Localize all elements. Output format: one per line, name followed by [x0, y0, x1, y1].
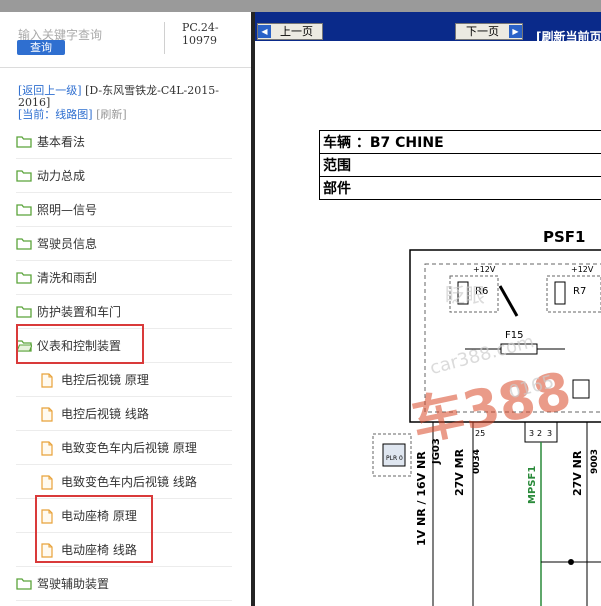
pin-1: 3: [529, 429, 534, 438]
relay-left-switch: [498, 285, 519, 317]
tree-item-label: 电致变色车内后视镜 线路: [61, 475, 197, 489]
prev-page-label: 上一页: [280, 25, 313, 38]
folder-icon: [16, 237, 32, 250]
tree-item-label: 电动座椅 线路: [61, 543, 137, 557]
current-label: [当前：线路图]: [18, 108, 93, 121]
left-panel: 查询 PC.24-10979 [返回上一级] [D-东风雪铁龙-C4L-2015…: [0, 12, 251, 606]
next-page-label: 下一页: [466, 25, 499, 38]
tree-folder-item[interactable]: 驾驶辅助装置: [16, 567, 232, 601]
pc-code: PC.24-10979: [182, 21, 219, 47]
tree-item-label: 仪表和控制装置: [37, 339, 122, 353]
folder-icon: [16, 305, 32, 318]
scope-cell: 范围: [319, 153, 601, 177]
arrow-right-icon: ▶: [509, 25, 522, 38]
refresh-page-link[interactable]: [刷新当前页: [536, 28, 601, 45]
ic-chip: [572, 379, 590, 399]
vehicle-cell: 车辆 ：B7 CHINE: [319, 130, 601, 154]
arrow-left-icon: ◀: [258, 25, 271, 38]
tree-item-label: 清洗和雨刮: [37, 271, 98, 285]
header-divider: [0, 67, 251, 68]
wire-label-4: 27V NR: [571, 450, 584, 496]
prev-page-button[interactable]: ◀ 上一页: [257, 23, 323, 40]
tree-folder-item[interactable]: 驾驶员信息: [16, 227, 232, 261]
supply-right: +12V: [571, 265, 594, 274]
document-icon: [40, 407, 56, 422]
refresh-link[interactable]: [刷新]: [96, 108, 127, 121]
search-button[interactable]: 查询: [17, 40, 65, 55]
folder-icon: [16, 169, 32, 182]
code-3: 9003: [590, 449, 600, 474]
tree-folder-item[interactable]: 仪表和控制装置: [16, 329, 232, 363]
tree-doc-item[interactable]: 电控后视镜 线路: [16, 397, 232, 431]
vehicle-info-table: 车辆 ：B7 CHINE 范围 部件: [319, 130, 601, 200]
wire-label-2: 27V MR: [453, 448, 466, 496]
supply-left: +12V: [473, 265, 496, 274]
pin-3: 3: [547, 429, 552, 438]
relay-right-label: R7: [573, 286, 586, 297]
folder-icon: [16, 203, 32, 216]
tree-item-label: 驾驶辅助装置: [37, 577, 110, 591]
folder-icon: [16, 577, 32, 590]
part-cell: 部件: [319, 176, 601, 200]
watermark-text-1: 眨眼: [445, 283, 485, 307]
tree-item-label: 电动座椅 原理: [61, 509, 137, 523]
tree-folder-item[interactable]: 防护装置和车门: [16, 295, 232, 329]
diagram-title: PSF1: [543, 228, 585, 246]
document-icon: [40, 509, 56, 524]
pin-2: 2: [537, 429, 542, 438]
wire-label-3: MPSF1: [527, 466, 538, 504]
tree-item-label: 基本看法: [37, 135, 86, 149]
document-icon: [40, 441, 56, 456]
code-2: 0034: [472, 449, 482, 474]
current-location: [当前：线路图] [刷新]: [18, 109, 127, 121]
tree-folder-item[interactable]: 动力总成: [16, 159, 232, 193]
top-bar: [0, 0, 601, 12]
tree-item-label: 电控后视镜 原理: [61, 373, 149, 387]
tree-doc-item[interactable]: 电动座椅 线路: [16, 533, 232, 567]
tree-item-label: 电控后视镜 线路: [61, 407, 149, 421]
tree-folder-item[interactable]: 基本看法: [16, 125, 232, 159]
header-separator: [164, 22, 165, 54]
tree-folder-item[interactable]: 清洗和雨刮: [16, 261, 232, 295]
tree-item-label: 照明—信号: [37, 203, 98, 217]
tree-item-label: 动力总成: [37, 169, 86, 183]
folder-icon: [16, 271, 32, 284]
next-page-button[interactable]: 下一页 ▶: [455, 23, 523, 40]
tree-item-label: 电致变色车内后视镜 原理: [61, 441, 197, 455]
tree-doc-item[interactable]: 电控后视镜 原理: [16, 363, 232, 397]
breadcrumb: [返回上一级] [D-东风雪铁龙-C4L-2015-2016]: [18, 85, 243, 109]
document-icon: [40, 373, 56, 388]
connector-label: PLR 0: [386, 455, 403, 462]
menu-tree: 基本看法动力总成照明—信号驾驶员信息清洗和雨刮防护装置和车门 仪表和控制装置电控后…: [16, 125, 232, 601]
page-toolbar: ◀ 上一页 下一页 ▶ [刷新当前页: [255, 12, 601, 44]
wire-label-1: 1V NR / 16V NR: [415, 451, 428, 546]
relay-right-coil: [554, 281, 566, 305]
folder-icon: [16, 135, 32, 148]
wire-junction: [568, 559, 574, 565]
tree-folder-item[interactable]: 照明—信号: [16, 193, 232, 227]
tree-doc-item[interactable]: 电致变色车内后视镜 线路: [16, 465, 232, 499]
document-icon: [40, 475, 56, 490]
tree-item-label: 驾驶员信息: [37, 237, 98, 251]
right-panel: ◀ 上一页 下一页 ▶ [刷新当前页 车辆 ：B7 CHINE 范围 部件 PS…: [255, 12, 601, 606]
wiring-diagram: PSF1 +12V R6 F15 +12V R7 3 2 3 25 PLR 0: [372, 228, 601, 606]
tree-doc-item[interactable]: 电致变色车内后视镜 原理: [16, 431, 232, 465]
tree-item-label: 防护装置和车门: [37, 305, 122, 319]
folder-open-icon: [16, 339, 33, 352]
document-icon: [40, 543, 56, 558]
tree-doc-item[interactable]: 电动座椅 原理: [16, 499, 232, 533]
